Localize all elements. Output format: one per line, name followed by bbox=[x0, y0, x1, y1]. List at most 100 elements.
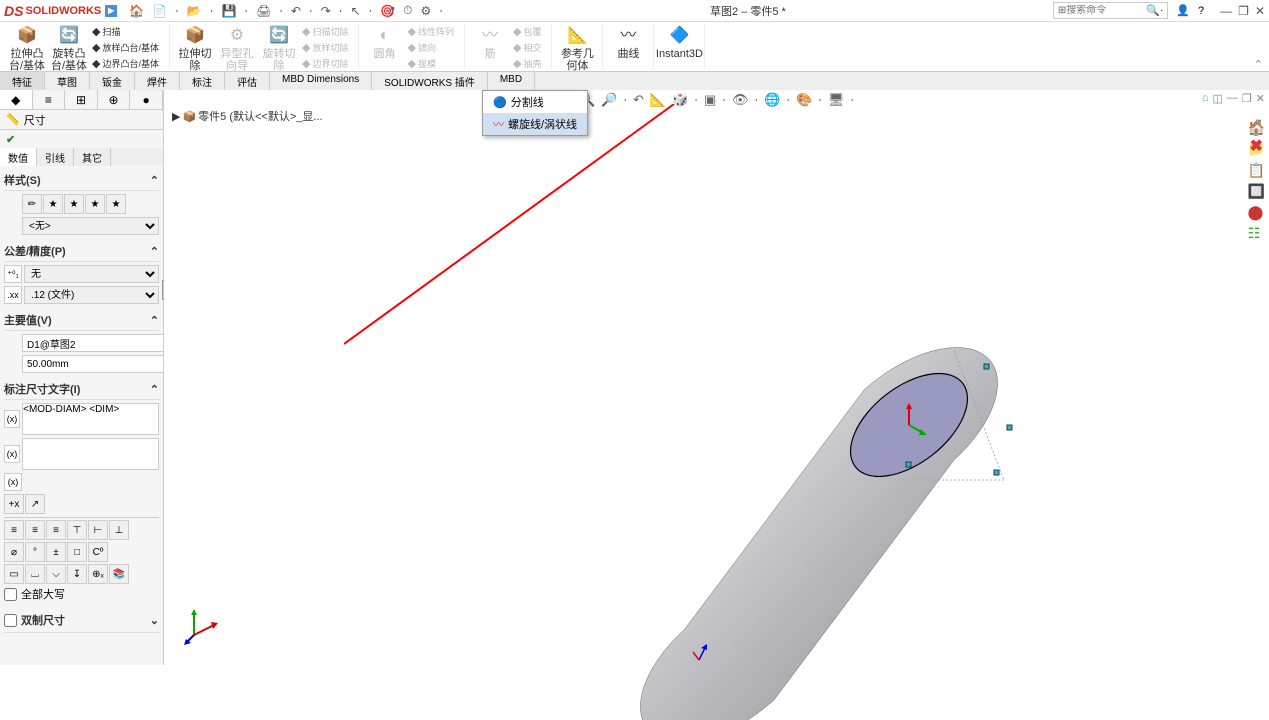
dropdown-item-helix[interactable]: 〰螺旋线/涡状线 bbox=[483, 113, 587, 135]
ribbon-small-button[interactable]: ◆ 扫描 bbox=[88, 24, 163, 39]
custom-props-icon[interactable]: ☷ bbox=[1248, 225, 1265, 242]
allcaps-check[interactable]: 全部大写 bbox=[4, 586, 159, 602]
sym-diam[interactable]: ⌀ bbox=[4, 542, 24, 562]
view-orient-icon[interactable]: 🎲 bbox=[672, 92, 688, 108]
command-tab[interactable]: SOLIDWORKS 插件 bbox=[372, 72, 488, 90]
sketch-exit-icon[interactable]: ↗ bbox=[1250, 114, 1263, 134]
ribbon-button[interactable]: 🔄旋转凸台/基体 bbox=[50, 24, 88, 72]
rebuild-icon[interactable]: 🎯 bbox=[380, 4, 395, 18]
pm-tab[interactable]: 引线 bbox=[37, 148, 74, 166]
pm-tab[interactable]: 其它 bbox=[74, 148, 111, 166]
vp-max-icon[interactable]: ❐ bbox=[1242, 92, 1252, 105]
sym-deg[interactable]: ° bbox=[25, 542, 45, 562]
command-tab[interactable]: 钣金 bbox=[90, 72, 135, 90]
ribbon-collapse-icon[interactable]: ⌃ bbox=[1254, 58, 1263, 71]
sym-tol[interactable]: ⊕ₓ bbox=[88, 564, 108, 584]
sym-dp[interactable]: ↧ bbox=[67, 564, 87, 584]
collapse-icon[interactable]: ⌄ bbox=[150, 614, 159, 627]
collapse-icon[interactable]: ⌃ bbox=[150, 174, 159, 187]
style-select[interactable]: <无> bbox=[22, 217, 159, 235]
vp-home-icon[interactable]: ⌂ bbox=[1202, 92, 1209, 105]
appearances-icon[interactable]: ⬤ bbox=[1248, 204, 1265, 221]
dim-text-2[interactable] bbox=[22, 438, 159, 470]
collapse-icon[interactable]: ⌃ bbox=[150, 314, 159, 327]
new-icon[interactable]: 📄 bbox=[152, 4, 167, 18]
sym-pm[interactable]: ± bbox=[46, 542, 66, 562]
command-tab[interactable]: 特征 bbox=[0, 72, 45, 90]
text-icon-2[interactable]: (x) bbox=[4, 445, 20, 463]
breadcrumb-arrow-icon[interactable]: ▶ bbox=[172, 110, 180, 123]
text-icon-3[interactable]: (x) bbox=[4, 473, 22, 491]
dual-check[interactable]: 双制尺寸 bbox=[4, 612, 65, 628]
style-btn-1[interactable]: ✏ bbox=[22, 194, 42, 214]
clock-icon[interactable]: ⏱ bbox=[403, 3, 412, 18]
restore-button[interactable]: ❐ bbox=[1238, 4, 1249, 18]
help-icon[interactable]: ? bbox=[1198, 5, 1204, 17]
breadcrumb[interactable]: ▶ 📦 零件5 (默认<<默认>_显... bbox=[172, 108, 323, 124]
just-btn-1[interactable]: +x bbox=[4, 494, 24, 514]
close-button[interactable]: ✕ bbox=[1255, 4, 1265, 18]
command-tab[interactable]: MBD Dimensions bbox=[270, 72, 372, 90]
style-btn-2[interactable]: ★ bbox=[43, 194, 63, 214]
sym-more[interactable]: Cº bbox=[88, 542, 108, 562]
search-go-icon[interactable]: 🔍 bbox=[1146, 4, 1160, 17]
command-tab[interactable]: 焊件 bbox=[135, 72, 180, 90]
display-style-icon[interactable]: ▣ bbox=[704, 92, 716, 108]
sym-cb[interactable]: ⌴ bbox=[25, 564, 45, 584]
view-triad[interactable] bbox=[184, 605, 224, 645]
ribbon-button[interactable]: 〰曲线 bbox=[609, 24, 647, 60]
dim-value-input[interactable] bbox=[22, 355, 163, 373]
command-tab[interactable]: MBD bbox=[488, 72, 535, 90]
appearance-icon[interactable]: 🎨 bbox=[796, 92, 812, 108]
sym-lib[interactable]: 📚 bbox=[109, 564, 129, 584]
search-box[interactable]: ⊞ 🔍· bbox=[1053, 2, 1168, 19]
fm-tab[interactable]: ⊕ bbox=[98, 90, 131, 109]
pm-tab[interactable]: 数值 bbox=[0, 148, 37, 166]
user-icon[interactable]: 👤 bbox=[1176, 4, 1190, 17]
home-icon[interactable]: 🏠 bbox=[129, 4, 144, 18]
text-icon-1[interactable]: (x) bbox=[4, 410, 20, 428]
style-btn-3[interactable]: ★ bbox=[64, 194, 84, 214]
ribbon-button[interactable]: 📦拉伸切除 bbox=[176, 24, 214, 72]
align-c[interactable]: ≡ bbox=[25, 520, 45, 540]
vp-min-icon[interactable]: — bbox=[1227, 92, 1238, 105]
sym-box[interactable]: ▭ bbox=[4, 564, 24, 584]
minimize-button[interactable]: — bbox=[1220, 4, 1232, 18]
ribbon-button[interactable]: 📦拉伸凸台/基体 bbox=[8, 24, 46, 72]
sym-cs[interactable]: ⌵ bbox=[46, 564, 66, 584]
vp-close-icon[interactable]: ✕ bbox=[1256, 92, 1265, 105]
scene-icon[interactable]: 🌐 bbox=[764, 92, 780, 108]
collapse-icon[interactable]: ⌃ bbox=[150, 383, 159, 396]
command-tab[interactable]: 标注 bbox=[180, 72, 225, 90]
view-palette-icon[interactable]: 🔲 bbox=[1248, 183, 1265, 200]
file-explorer-icon[interactable]: 📋 bbox=[1248, 162, 1265, 179]
ribbon-button[interactable]: 📐参考几何体 bbox=[558, 24, 596, 72]
sketch-cancel-icon[interactable]: ✖ bbox=[1250, 136, 1263, 156]
align-b[interactable]: ⊥ bbox=[109, 520, 129, 540]
ribbon-button[interactable]: 🔷Instant3D bbox=[660, 24, 698, 60]
command-tab[interactable]: 评估 bbox=[225, 72, 270, 90]
prec-select[interactable]: .12 (文件) bbox=[24, 286, 159, 304]
undo-icon[interactable]: ↶ bbox=[291, 4, 301, 18]
sym-sq[interactable]: □ bbox=[67, 542, 87, 562]
zoom-area-icon[interactable]: 🔎 bbox=[601, 92, 617, 108]
dim-name-input[interactable] bbox=[22, 334, 163, 352]
collapse-icon[interactable]: ⌃ bbox=[150, 245, 159, 258]
title-arrow-icon[interactable]: ▶ bbox=[105, 5, 117, 17]
search-input[interactable] bbox=[1066, 5, 1146, 16]
align-l[interactable]: ≡ bbox=[4, 520, 24, 540]
just-btn-2[interactable]: ↗ bbox=[25, 494, 45, 514]
align-t[interactable]: ⊤ bbox=[67, 520, 87, 540]
align-r[interactable]: ≡ bbox=[46, 520, 66, 540]
options-icon[interactable]: ⚙ bbox=[421, 4, 432, 18]
style-btn-5[interactable]: ★ bbox=[106, 194, 126, 214]
ribbon-small-button[interactable]: ◆ 放样凸台/基体 bbox=[88, 40, 163, 55]
viewport[interactable]: ⌂ ◫ — ❐ ✕ 🔍 🔎· ↶ 📐 🎲· ▣· 👁· 🌐· 🎨· 🖥· 🔵分割… bbox=[164, 90, 1269, 665]
fm-tab[interactable]: ≡ bbox=[33, 90, 66, 109]
ribbon-small-button[interactable]: ◆ 边界凸台/基体 bbox=[88, 56, 163, 71]
pm-ok-button[interactable]: ✔ bbox=[6, 133, 15, 146]
style-btn-4[interactable]: ★ bbox=[85, 194, 105, 214]
dropdown-item-split[interactable]: 🔵分割线 bbox=[483, 91, 587, 113]
redo-icon[interactable]: ↷ bbox=[321, 4, 331, 18]
select-icon[interactable]: ↖ bbox=[350, 4, 360, 18]
